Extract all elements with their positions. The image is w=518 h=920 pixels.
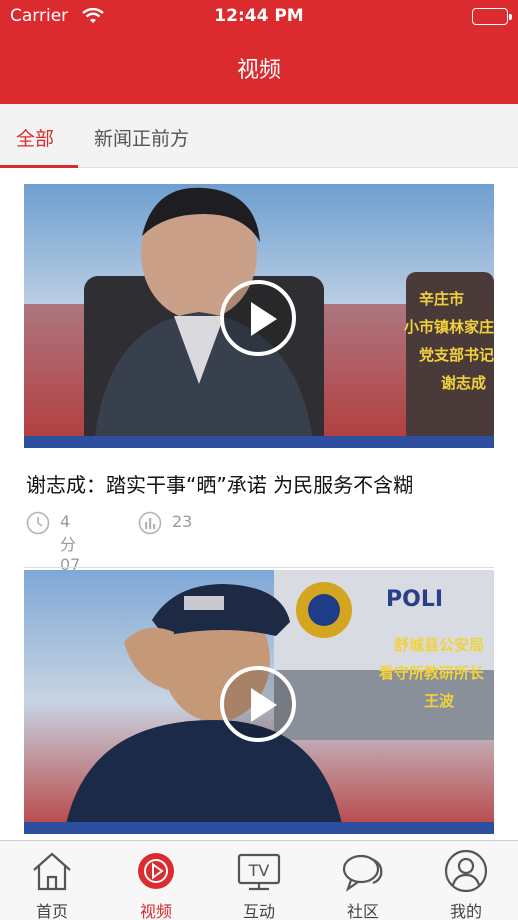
overlay-caption-line: 舒城县公安局 bbox=[394, 636, 484, 654]
views-chart-icon bbox=[138, 511, 162, 539]
view-count: 23 bbox=[172, 512, 193, 531]
video-play-icon bbox=[134, 849, 178, 893]
tabbar-label: 社区 bbox=[346, 902, 379, 920]
status-bar: Carrier 12:44 PM bbox=[0, 0, 518, 34]
bottom-tab-bar: 首页 视频 TV 互动 社区 我的 bbox=[0, 840, 518, 920]
video-feed[interactable]: 辛庄市 小市镇林家庄 党支部书记 谢志成 谢志成：踏实干事“晒”承诺 为民服务不… bbox=[0, 168, 518, 840]
tabbar-label: 首页 bbox=[35, 902, 68, 920]
tv-icon: TV bbox=[237, 849, 281, 893]
overlay-caption-line: 谢志成 bbox=[441, 374, 486, 392]
video-thumbnail[interactable]: POLI 舒城县公安局 看守所教研所长 王波 bbox=[24, 570, 494, 834]
overlay-caption-line: 小市镇林家庄 bbox=[404, 318, 494, 336]
play-button[interactable] bbox=[220, 666, 296, 742]
tabbar-item-community[interactable]: 社区 bbox=[311, 841, 415, 920]
tabbar-item-video[interactable]: 视频 bbox=[104, 841, 208, 920]
overlay-caption-line: 辛庄市 bbox=[419, 290, 464, 308]
overlay-caption-line: POLI bbox=[386, 587, 443, 612]
battery-icon bbox=[472, 8, 512, 25]
tabbar-item-home[interactable]: 首页 bbox=[0, 841, 104, 920]
clock-icon bbox=[26, 511, 50, 539]
card-divider bbox=[24, 567, 494, 568]
status-time: 12:44 PM bbox=[214, 6, 304, 26]
tabbar-item-profile[interactable]: 我的 bbox=[414, 841, 518, 920]
overlay-caption-line: 党支部书记 bbox=[419, 346, 494, 364]
category-tabs: 全部 新闻正前方 bbox=[0, 104, 518, 168]
video-title[interactable]: 谢志成：踏实干事“晒”承诺 为民服务不含糊 bbox=[26, 469, 413, 498]
home-icon bbox=[30, 849, 74, 893]
tabbar-label: 我的 bbox=[449, 902, 482, 920]
tabbar-label: 互动 bbox=[242, 902, 275, 920]
tabbar-item-interact[interactable]: TV 互动 bbox=[207, 841, 311, 920]
chat-bubbles-icon bbox=[341, 849, 385, 893]
video-thumbnail[interactable]: 辛庄市 小市镇林家庄 党支部书记 谢志成 bbox=[24, 184, 494, 448]
overlay-caption-line: 看守所教研所长 bbox=[379, 664, 485, 682]
user-icon bbox=[444, 849, 488, 893]
tab-all[interactable]: 全部 bbox=[16, 124, 54, 151]
overlay-caption-line: 王波 bbox=[424, 692, 455, 710]
top-header: Carrier 12:44 PM 视频 bbox=[0, 0, 518, 104]
svg-text:TV: TV bbox=[248, 861, 270, 880]
tab-news-front[interactable]: 新闻正前方 bbox=[94, 124, 189, 151]
play-button[interactable] bbox=[220, 280, 296, 356]
tabbar-label: 视频 bbox=[139, 902, 172, 920]
page-title: 视频 bbox=[236, 58, 281, 83]
